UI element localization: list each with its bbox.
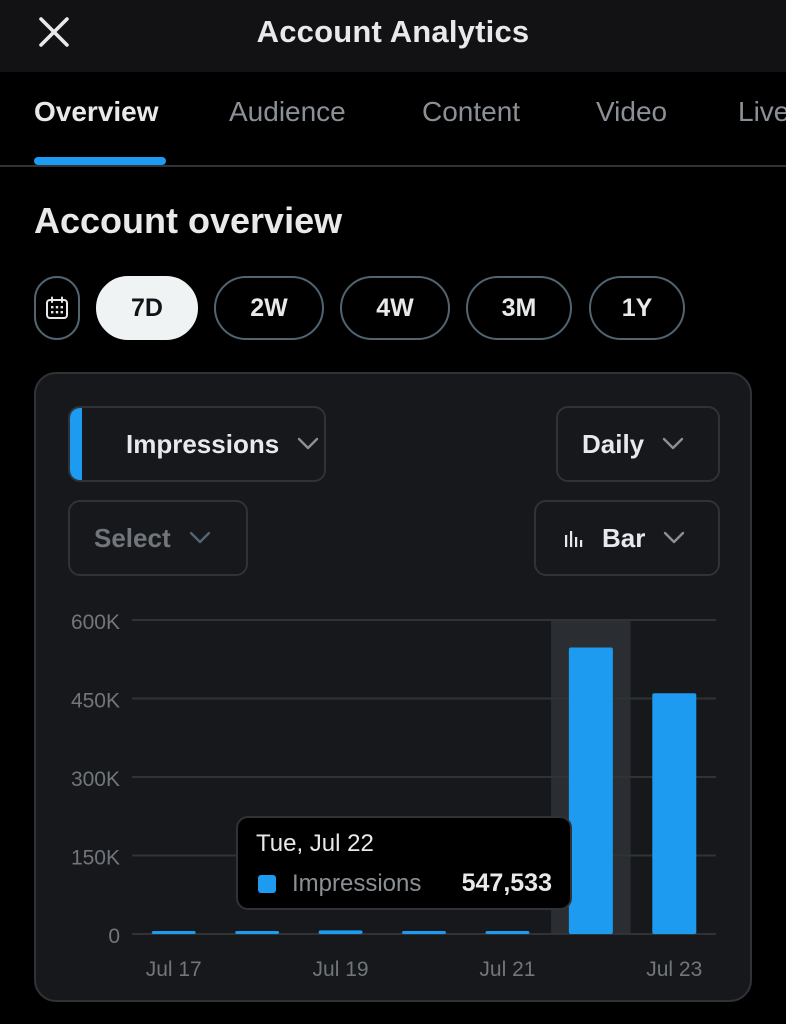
- chart-type-dropdown[interactable]: Bar: [534, 500, 720, 576]
- range-1y-button[interactable]: 1Y: [589, 276, 685, 340]
- y-tick-label: 450K: [71, 690, 120, 713]
- active-tab-indicator: [34, 157, 166, 165]
- metric-dropdown[interactable]: Impressions: [68, 406, 326, 482]
- range-7d-button[interactable]: 7D: [96, 276, 198, 340]
- top-app-bar: Account Analytics: [0, 0, 786, 72]
- x-tick-label: Jul 17: [146, 958, 202, 981]
- analytics-card: Impressions Daily Select Bar 600K 450K 3…: [34, 372, 752, 1002]
- chart-tooltip: Tue, Jul 22 Impressions 547,533: [236, 816, 572, 910]
- tooltip-date: Tue, Jul 22: [256, 830, 374, 857]
- x-tick-label: Jul 19: [313, 958, 369, 981]
- bar-jul-23: [652, 693, 697, 934]
- bar-jul-17: [151, 931, 196, 934]
- tooltip-series-swatch: [258, 875, 276, 893]
- bar-jul-22: [568, 647, 613, 934]
- range-4w-button[interactable]: 4W: [340, 276, 450, 340]
- tab-divider: [0, 165, 786, 167]
- metric-dropdown-label: Impressions: [126, 428, 280, 459]
- bar-jul-21: [485, 931, 530, 934]
- x-tick-label: Jul 21: [479, 958, 535, 981]
- page-title: Account Analytics: [256, 14, 530, 49]
- chart-type-label: Bar: [602, 522, 646, 553]
- y-tick-label: 150K: [71, 847, 120, 870]
- calendar-icon: [46, 296, 68, 319]
- chevron-down-icon: [663, 531, 685, 545]
- bar-jul-19: [318, 930, 363, 934]
- x-tick-label: Jul 23: [646, 958, 702, 981]
- tab-video[interactable]: Video: [596, 96, 667, 128]
- y-tick-label: 300K: [71, 768, 120, 791]
- range-3m-button[interactable]: 3M: [466, 276, 572, 340]
- chevron-down-icon: [189, 531, 211, 545]
- interval-dropdown[interactable]: Daily: [556, 406, 720, 482]
- y-tick-label: 0: [108, 925, 120, 948]
- bar-jul-20: [402, 931, 446, 934]
- section-title: Account overview: [34, 200, 343, 241]
- compare-metric-dropdown[interactable]: Select: [68, 500, 248, 576]
- tooltip-series-label: Impressions: [292, 870, 422, 897]
- bar-chart-icon: [564, 528, 584, 548]
- bar-jul-18: [235, 931, 280, 934]
- impressions-bar-chart: 600K 450K 300K 150K 0 Jul 17 Jul 19 Jul 21 Jul 2…: [71, 611, 716, 981]
- chevron-down-icon: [297, 437, 319, 451]
- tab-content[interactable]: Content: [422, 96, 520, 128]
- metric-color-indicator: [70, 408, 82, 480]
- tab-audience[interactable]: Audience: [229, 96, 346, 128]
- chevron-down-icon: [662, 437, 684, 451]
- tab-overview[interactable]: Overview: [34, 96, 159, 128]
- tab-bar: Overview Audience Content Video Live: [0, 72, 786, 168]
- tab-live[interactable]: Live: [738, 96, 786, 128]
- calendar-button[interactable]: [34, 276, 80, 340]
- range-2w-button[interactable]: 2W: [214, 276, 324, 340]
- compare-dropdown-placeholder: Select: [94, 522, 171, 553]
- y-tick-label: 600K: [71, 611, 120, 634]
- interval-dropdown-label: Daily: [582, 428, 645, 459]
- tooltip-value: 547,533: [461, 869, 552, 897]
